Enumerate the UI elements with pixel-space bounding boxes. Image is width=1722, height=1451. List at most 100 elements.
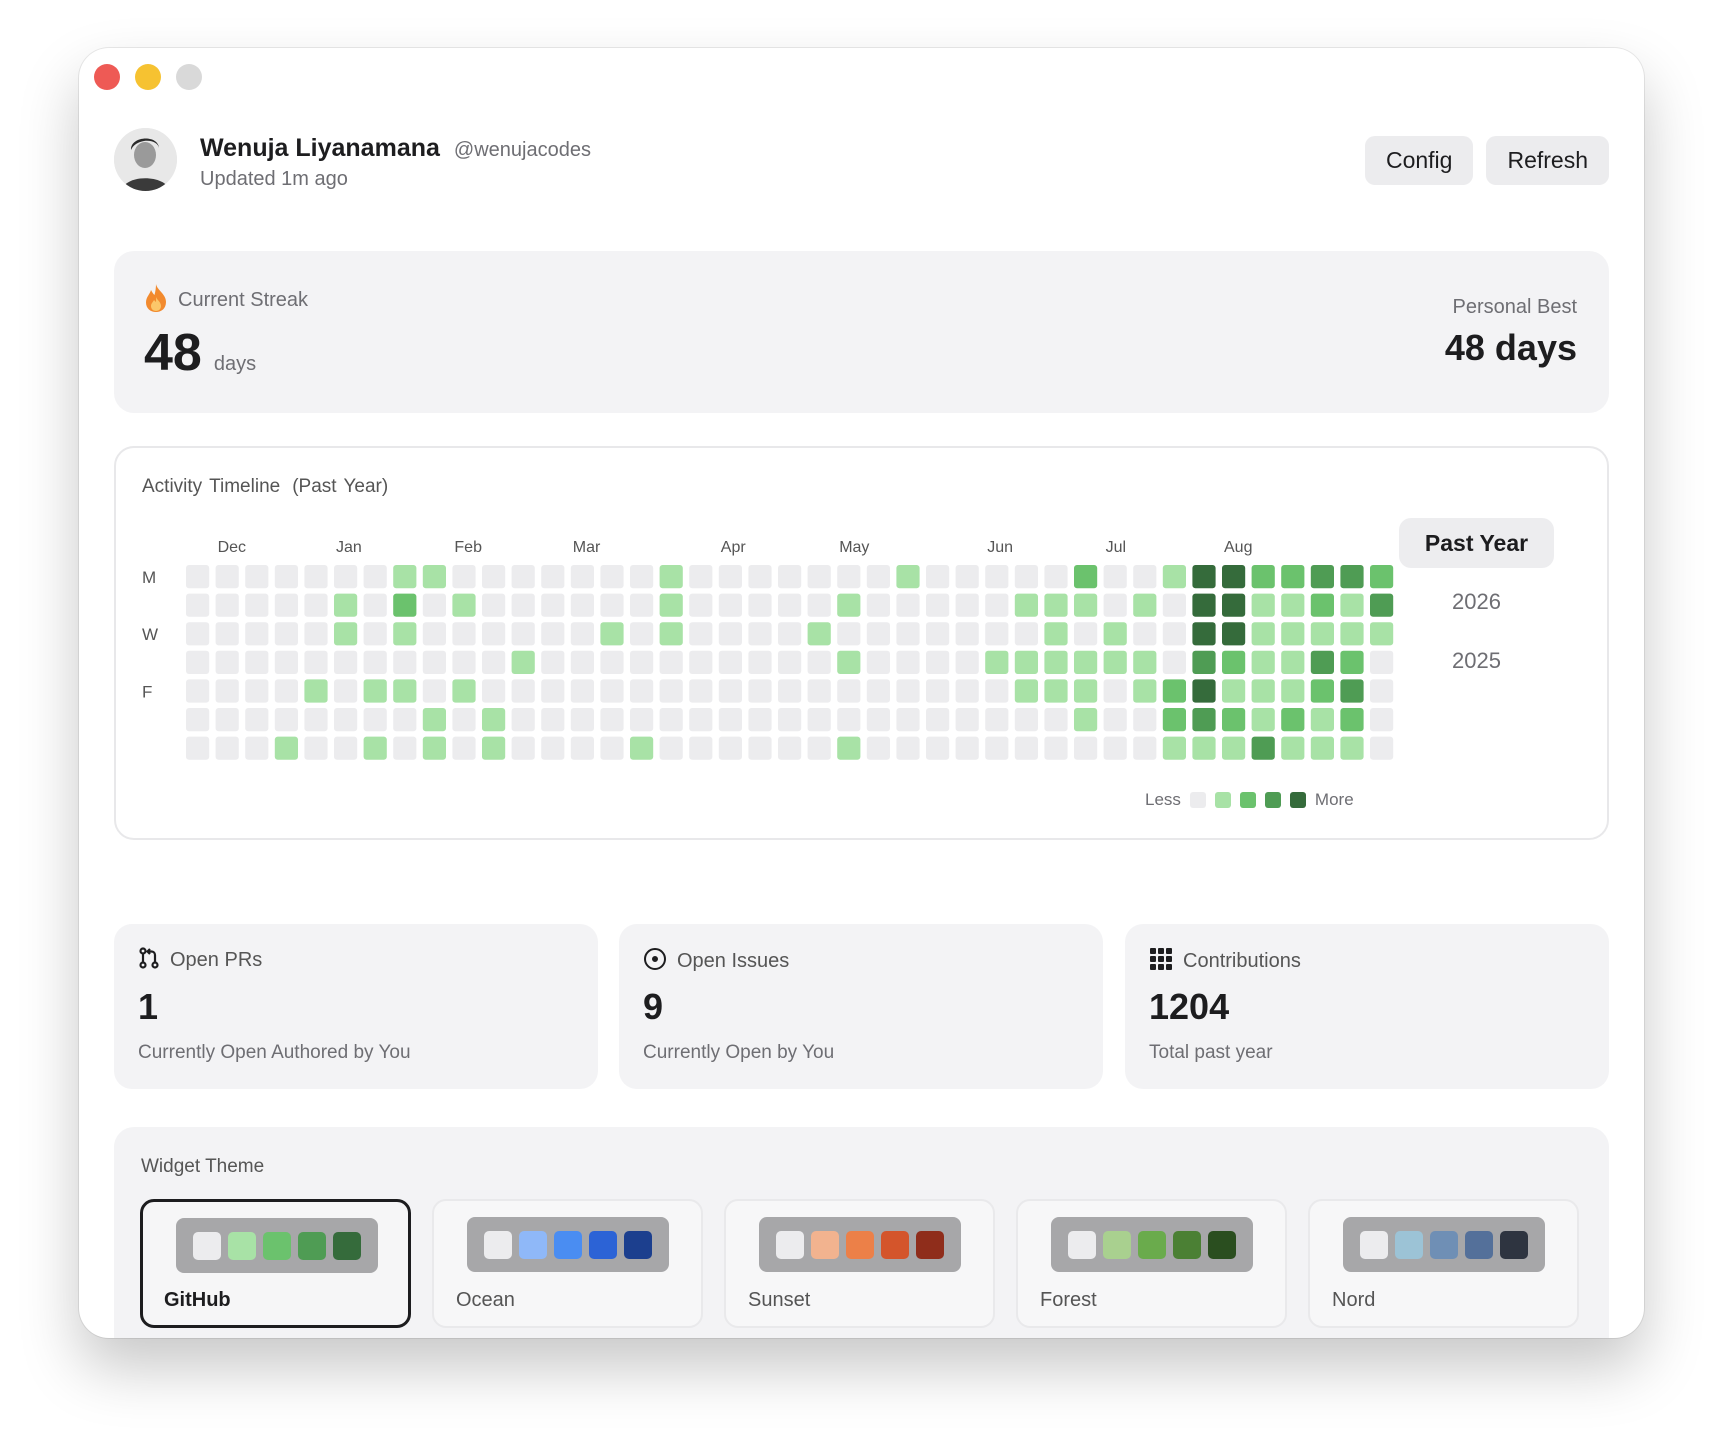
heatmap-cell[interactable]: [896, 650, 920, 674]
heatmap-cell[interactable]: [304, 708, 328, 732]
heatmap-cell[interactable]: [1014, 708, 1038, 732]
heatmap-cell[interactable]: [541, 736, 565, 760]
heatmap-cell[interactable]: [482, 565, 506, 589]
heatmap-cell[interactable]: [985, 736, 1009, 760]
heatmap-cell[interactable]: [1074, 708, 1098, 732]
heatmap-cell[interactable]: [304, 736, 328, 760]
heatmap-cell[interactable]: [807, 650, 831, 674]
heatmap-cell[interactable]: [541, 708, 565, 732]
heatmap-cell[interactable]: [1340, 565, 1364, 589]
heatmap-cell[interactable]: [926, 622, 950, 646]
heatmap-cell[interactable]: [1162, 708, 1186, 732]
heatmap-cell[interactable]: [452, 708, 476, 732]
heatmap-cell[interactable]: [186, 593, 210, 617]
heatmap-cell[interactable]: [570, 622, 594, 646]
heatmap-cell[interactable]: [1192, 565, 1216, 589]
heatmap-cell[interactable]: [748, 565, 772, 589]
heatmap-cell[interactable]: [955, 650, 979, 674]
heatmap-cell[interactable]: [1340, 593, 1364, 617]
heatmap-cell[interactable]: [1251, 736, 1275, 760]
heatmap-cell[interactable]: [659, 736, 683, 760]
heatmap-cell[interactable]: [718, 650, 742, 674]
heatmap-cell[interactable]: [570, 708, 594, 732]
heatmap-cell[interactable]: [1044, 593, 1068, 617]
heatmap-cell[interactable]: [926, 650, 950, 674]
heatmap-cell[interactable]: [1074, 622, 1098, 646]
heatmap-cell[interactable]: [718, 736, 742, 760]
heatmap-cell[interactable]: [896, 622, 920, 646]
heatmap-cell[interactable]: [1074, 650, 1098, 674]
heatmap-cell[interactable]: [689, 679, 713, 703]
heatmap-cell[interactable]: [1074, 593, 1098, 617]
heatmap-cell[interactable]: [334, 565, 358, 589]
heatmap-cell[interactable]: [1222, 679, 1246, 703]
heatmap-cell[interactable]: [1162, 650, 1186, 674]
heatmap-cell[interactable]: [600, 708, 624, 732]
heatmap-cell[interactable]: [452, 565, 476, 589]
heatmap-cell[interactable]: [955, 593, 979, 617]
heatmap-cell[interactable]: [1222, 708, 1246, 732]
heatmap-cell[interactable]: [837, 679, 861, 703]
heatmap-cell[interactable]: [1192, 650, 1216, 674]
heatmap-cell[interactable]: [837, 622, 861, 646]
heatmap-cell[interactable]: [422, 593, 446, 617]
heatmap-cell[interactable]: [1281, 708, 1305, 732]
heatmap-cell[interactable]: [511, 593, 535, 617]
heatmap-cell[interactable]: [1251, 622, 1275, 646]
year-option-2025[interactable]: 2025: [1399, 636, 1554, 686]
heatmap-cell[interactable]: [422, 736, 446, 760]
heatmap-cell[interactable]: [1133, 565, 1157, 589]
heatmap-cell[interactable]: [422, 708, 446, 732]
heatmap-cell[interactable]: [482, 650, 506, 674]
heatmap-cell[interactable]: [1014, 593, 1038, 617]
heatmap-cell[interactable]: [363, 593, 387, 617]
heatmap-cell[interactable]: [1310, 593, 1334, 617]
heatmap-cell[interactable]: [807, 565, 831, 589]
heatmap-cell[interactable]: [837, 565, 861, 589]
heatmap-cell[interactable]: [1074, 736, 1098, 760]
heatmap-cell[interactable]: [1310, 622, 1334, 646]
heatmap-cell[interactable]: [1044, 736, 1068, 760]
heatmap-cell[interactable]: [689, 593, 713, 617]
heatmap-cell[interactable]: [215, 622, 239, 646]
heatmap-cell[interactable]: [778, 565, 802, 589]
zoom-window-button[interactable]: [176, 64, 202, 90]
heatmap-cell[interactable]: [1370, 650, 1394, 674]
heatmap-cell[interactable]: [1310, 679, 1334, 703]
heatmap-cell[interactable]: [1222, 565, 1246, 589]
heatmap-cell[interactable]: [245, 708, 269, 732]
heatmap-cell[interactable]: [363, 622, 387, 646]
heatmap-cell[interactable]: [393, 736, 417, 760]
heatmap-cell[interactable]: [659, 622, 683, 646]
heatmap-cell[interactable]: [1162, 565, 1186, 589]
heatmap-cell[interactable]: [1103, 679, 1127, 703]
heatmap-cell[interactable]: [689, 650, 713, 674]
heatmap-cell[interactable]: [541, 679, 565, 703]
heatmap-cell[interactable]: [422, 650, 446, 674]
heatmap-cell[interactable]: [896, 593, 920, 617]
heatmap-cell[interactable]: [1310, 565, 1334, 589]
heatmap-cell[interactable]: [1014, 565, 1038, 589]
heatmap-cell[interactable]: [807, 593, 831, 617]
heatmap-cell[interactable]: [334, 708, 358, 732]
heatmap-cell[interactable]: [511, 736, 535, 760]
heatmap-cell[interactable]: [1044, 708, 1068, 732]
heatmap-cell[interactable]: [778, 593, 802, 617]
heatmap-cell[interactable]: [1251, 650, 1275, 674]
heatmap-cell[interactable]: [1014, 679, 1038, 703]
heatmap-cell[interactable]: [778, 622, 802, 646]
heatmap-cell[interactable]: [1103, 708, 1127, 732]
heatmap-cell[interactable]: [1133, 679, 1157, 703]
heatmap-cell[interactable]: [718, 565, 742, 589]
theme-option-nord[interactable]: Nord: [1308, 1199, 1579, 1328]
heatmap-cell[interactable]: [274, 708, 298, 732]
heatmap-cell[interactable]: [1310, 650, 1334, 674]
heatmap-cell[interactable]: [807, 736, 831, 760]
heatmap-cell[interactable]: [689, 708, 713, 732]
heatmap-cell[interactable]: [955, 622, 979, 646]
heatmap-cell[interactable]: [363, 565, 387, 589]
heatmap-cell[interactable]: [1370, 708, 1394, 732]
heatmap-cell[interactable]: [807, 679, 831, 703]
heatmap-cell[interactable]: [659, 593, 683, 617]
heatmap-cell[interactable]: [1251, 679, 1275, 703]
